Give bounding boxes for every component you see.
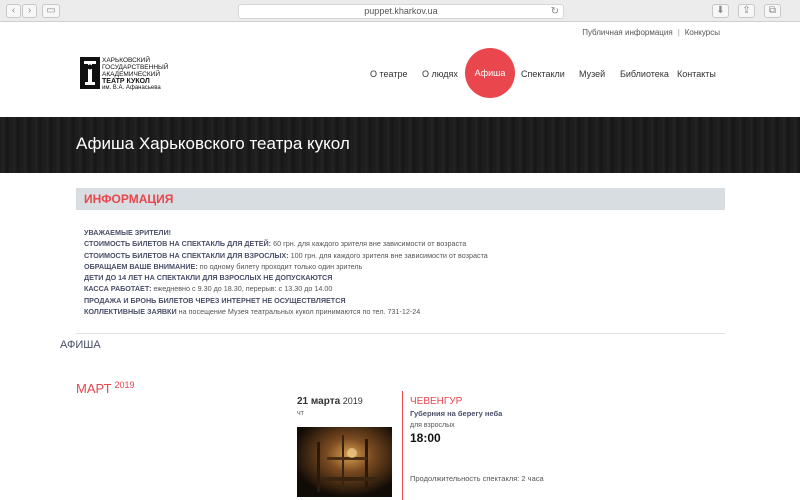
event-divider-line	[402, 391, 403, 500]
event-subtitle: Губерния на берегу неба	[410, 409, 503, 418]
logo-line-4: театр кукол	[102, 78, 150, 85]
info-heading: ИНФОРМАЦИЯ	[84, 192, 174, 206]
logo-line-3: академический	[102, 71, 160, 78]
month-heading: МАРТ 2019	[76, 380, 135, 396]
logo-line-5: им. В.А. Афанасьева	[102, 85, 161, 91]
page-title: Афиша Харьковского театра кукол	[76, 134, 350, 153]
info-line: КАССА РАБОТАЕТ: ежедневно с 9.30 до 18.3…	[84, 284, 333, 294]
nav-contacts[interactable]: Контакты	[677, 69, 716, 79]
logo-line-1: Харьковский	[102, 57, 150, 64]
event-weekday: чт	[297, 410, 304, 417]
info-header: ИНФОРМАЦИЯ	[76, 188, 725, 210]
download-icon[interactable]: ⬇	[712, 4, 729, 18]
info-line: СТОИМОСТЬ БИЛЕТОВ НА СПЕКТАКЛЬ ДЛЯ ДЕТЕЙ…	[84, 239, 467, 249]
event-photo[interactable]	[297, 427, 392, 497]
public-info-link[interactable]: Публичная информация	[582, 28, 673, 37]
share-icon[interactable]: ⇪	[738, 4, 755, 18]
info-line: ДЕТИ ДО 14 ЛЕТ НА СПЕКТАКЛИ ДЛЯ ВЗРОСЛЫХ…	[84, 273, 333, 283]
reload-icon[interactable]: ↻	[551, 5, 559, 18]
browser-toolbar: ‹ › ▭ puppet.kharkov.ua ↻ ⬇ ⇪ ⧉	[0, 0, 800, 22]
event-date: 21 марта 2019	[297, 396, 363, 407]
contests-link[interactable]: Конкурсы	[685, 28, 720, 37]
event-duration: Продолжительность спектакля: 2 часа	[410, 474, 544, 483]
nav-performances[interactable]: Спектакли	[521, 69, 565, 79]
section-divider	[76, 333, 725, 334]
back-button[interactable]: ‹	[6, 4, 21, 18]
info-lines: УВАЖАЕМЫЕ ЗРИТЕЛИ! СТОИМОСТЬ БИЛЕТОВ НА …	[84, 227, 488, 317]
nav-about-theatre[interactable]: О театре	[370, 69, 407, 79]
event-audience: для взрослых	[410, 422, 455, 429]
logo-text: Харьковский государственный академически…	[102, 57, 168, 92]
nav-afisha-active[interactable]: Афиша	[465, 48, 515, 98]
top-links: Публичная информация | Конкурсы	[582, 28, 720, 37]
info-line: ПРОДАЖА И БРОНЬ БИЛЕТОВ ЧЕРЕЗ ИНТЕРНЕТ Н…	[84, 295, 346, 305]
url-text: puppet.kharkov.ua	[364, 6, 438, 16]
event-title[interactable]: ЧЕВЕНГУР	[410, 396, 462, 407]
info-line: КОЛЛЕКТИВНЫЕ ЗАЯВКИ на посещение Музея т…	[84, 307, 421, 317]
info-line: ОБРАЩАЕМ ВАШЕ ВНИМАНИЕ: по одному билету…	[84, 261, 363, 271]
logo-line-2: государственный	[102, 64, 169, 71]
address-bar[interactable]: puppet.kharkov.ua ↻	[238, 4, 564, 19]
puppet-logo-icon	[80, 57, 100, 89]
nav-about-people[interactable]: О людях	[422, 69, 458, 79]
month-year: 2019	[114, 380, 135, 390]
nav-library[interactable]: Библиотека	[620, 69, 669, 79]
theatre-logo[interactable]: Харьковский государственный академически…	[80, 57, 190, 93]
hero-banner: Афиша Харьковского театра кукол	[0, 117, 800, 173]
afisha-heading: АФИША	[60, 339, 101, 351]
nav-museum[interactable]: Музей	[579, 69, 605, 79]
sidebar-icon[interactable]: ▭	[42, 4, 60, 18]
tabs-icon[interactable]: ⧉	[764, 4, 781, 18]
forward-button[interactable]: ›	[22, 4, 37, 18]
info-line: УВАЖАЕМЫЕ ЗРИТЕЛИ!	[84, 228, 172, 237]
top-links-separator: |	[677, 28, 680, 37]
info-line: СТОИМОСТЬ БИЛЕТОВ НА СПЕКТАКЛИ ДЛЯ ВЗРОС…	[84, 250, 488, 260]
event-time: 18:00	[410, 431, 441, 445]
